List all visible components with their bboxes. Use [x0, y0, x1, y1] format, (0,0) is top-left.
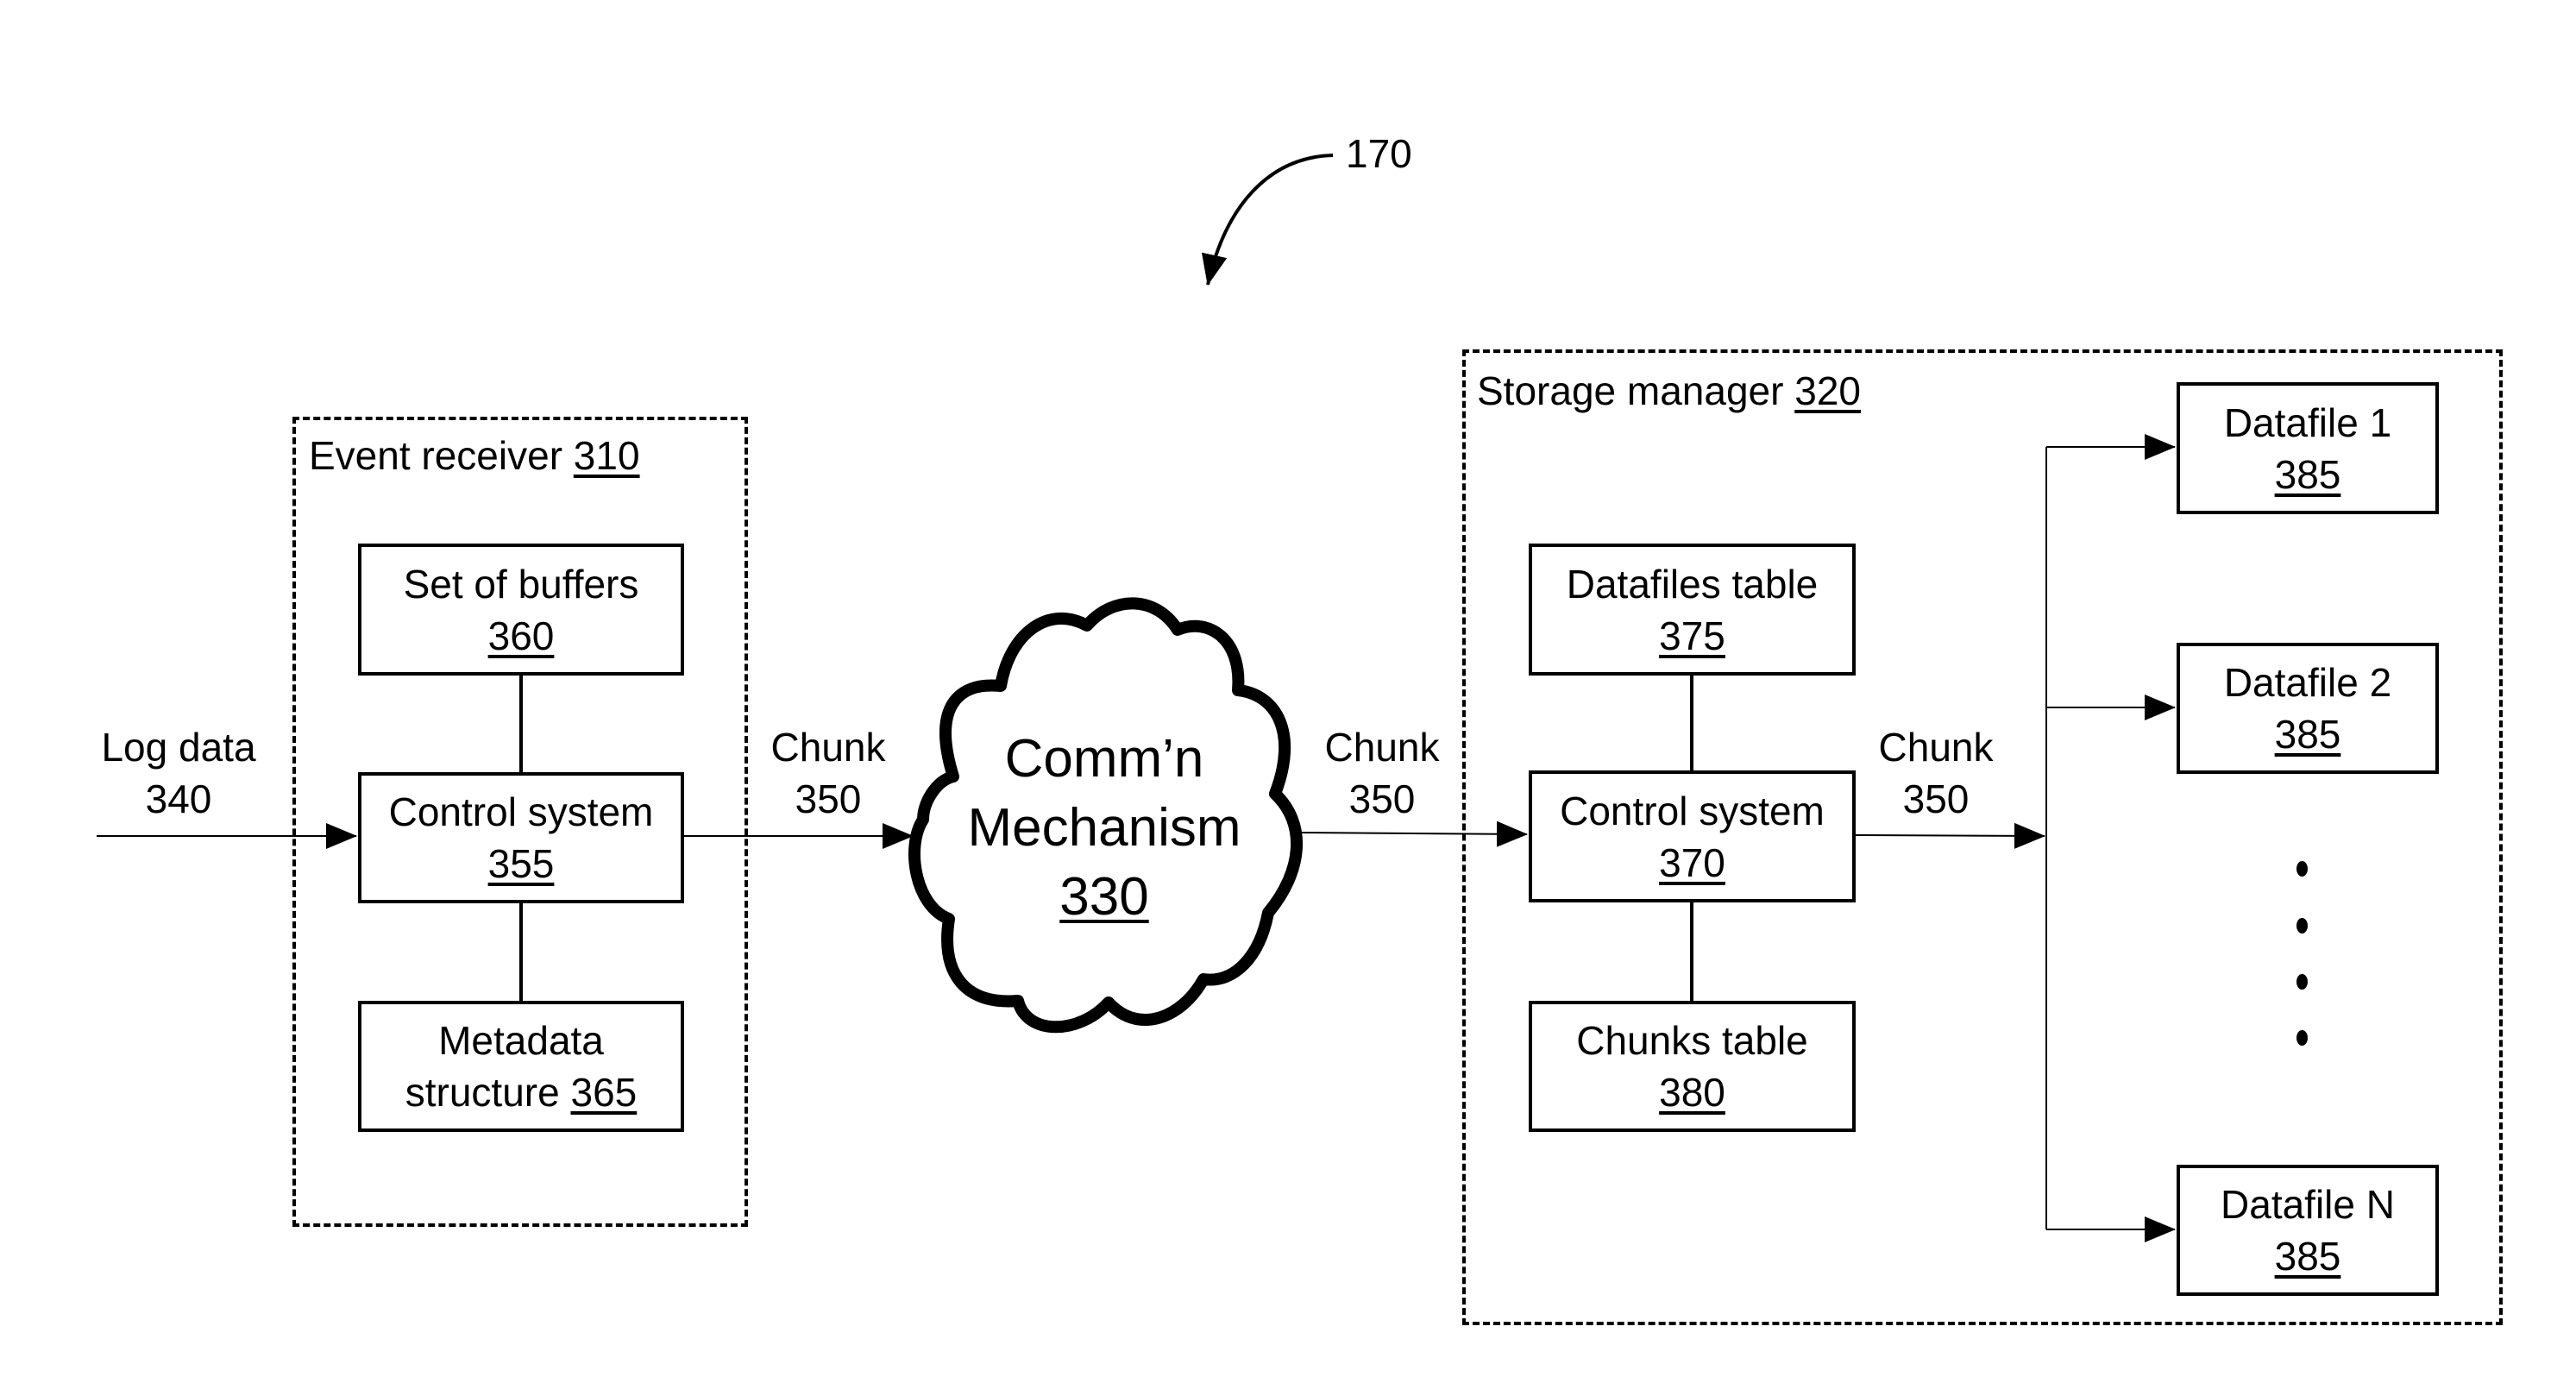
chunk-label-2-ref: 350: [1348, 776, 1416, 821]
datafiles-table-box: Datafiles table 375: [1529, 544, 1856, 676]
datafile-1-ref: 385: [2274, 451, 2341, 497]
ellipsis-dot: [2296, 1030, 2308, 1046]
ellipsis-dot: [2296, 861, 2308, 877]
figure-ref-arrow: [1201, 154, 1334, 286]
datafile-2-box: Datafile 2 385: [2177, 643, 2439, 774]
event-receiver-title-text: Event receiver: [309, 433, 563, 478]
chunks-table-box: Chunks table 380: [1529, 1001, 1856, 1132]
chunks-table-label: Chunks table: [1576, 1018, 1808, 1063]
log-data-label-text: Log data: [101, 725, 256, 770]
datafile-1-box: Datafile 1 385: [2177, 382, 2439, 514]
event-receiver-ref: 310: [573, 433, 640, 478]
storage-manager-title-text: Storage manager: [1477, 368, 1784, 413]
datafile-1-label: Datafile 1: [2223, 399, 2392, 445]
metadata-structure-box: Metadata structure 365: [358, 1001, 684, 1132]
comm-mechanism-label: Comm’n Mechanism 330: [932, 725, 1277, 932]
ellipsis-dot: [2296, 974, 2308, 990]
metadata-structure-ref: 365: [570, 1070, 638, 1115]
chunk-label-1-text: Chunk: [770, 725, 886, 770]
chunk-label-2: Chunk 350: [1313, 721, 1451, 825]
control-system-355-ref: 355: [487, 841, 555, 886]
datafiles-table-label: Datafiles table: [1566, 561, 1819, 607]
set-of-buffers-ref: 360: [487, 613, 555, 658]
control-system-370-label: Control system: [1560, 788, 1825, 833]
metadata-structure-label-line1: Metadata: [438, 1018, 604, 1063]
control-system-355-box: Control system 355: [358, 772, 684, 903]
datafiles-table-ref: 375: [1659, 613, 1725, 658]
comm-mechanism-line1: Comm’n: [1004, 729, 1204, 789]
comm-mechanism-line2: Mechanism: [967, 798, 1241, 858]
metadata-structure-label-line2: structure 365: [405, 1066, 637, 1118]
metadata-structure-label-word: structure: [405, 1070, 560, 1115]
chunk-label-1: Chunk 350: [759, 721, 897, 825]
log-data-ref: 340: [145, 776, 212, 821]
event-receiver-title: Event receiver 310: [309, 430, 640, 481]
ellipsis-dot: [2296, 918, 2308, 934]
control-system-370-box: Control system 370: [1529, 770, 1856, 902]
comm-mechanism-ref: 330: [1059, 867, 1149, 927]
control-system-355-label: Control system: [388, 789, 654, 834]
datafile-2-ref: 385: [2274, 712, 2341, 757]
log-data-label: Log data 340: [86, 721, 271, 825]
datafile-n-box: Datafile N 385: [2177, 1165, 2439, 1296]
datafile-2-label: Datafile 2: [2223, 660, 2392, 705]
datafile-n-label: Datafile N: [2221, 1182, 2395, 1227]
datafile-n-ref: 385: [2274, 1234, 2341, 1279]
set-of-buffers-label: Set of buffers: [403, 561, 639, 607]
storage-manager-ref: 320: [1794, 368, 1861, 413]
set-of-buffers-box: Set of buffers 360: [358, 544, 684, 676]
chunks-table-ref: 380: [1659, 1070, 1725, 1115]
control-system-370-ref: 370: [1659, 839, 1725, 885]
storage-manager-title: Storage manager 320: [1477, 365, 1861, 417]
chunk-label-1-ref: 350: [795, 776, 862, 821]
chunk-label-2-text: Chunk: [1324, 725, 1440, 770]
figure-ref-label: 170: [1346, 131, 1412, 176]
